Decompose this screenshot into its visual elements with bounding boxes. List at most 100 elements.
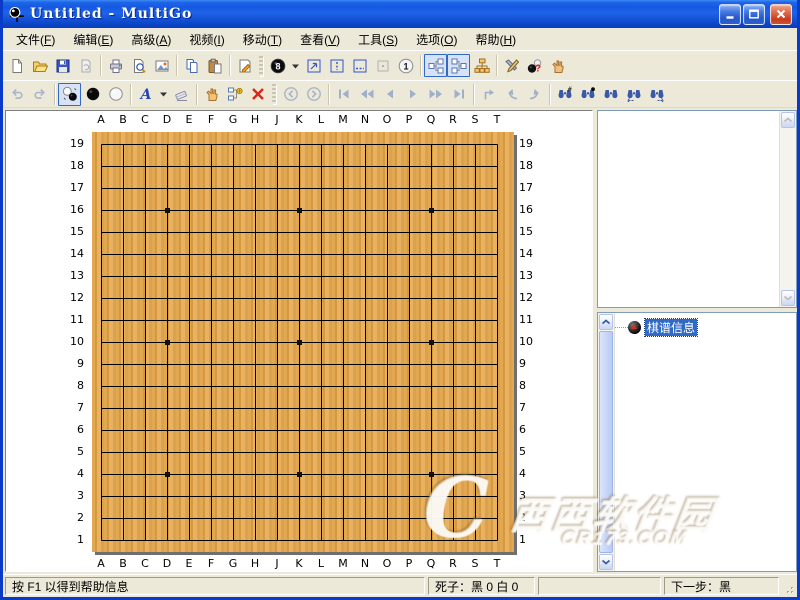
coord-col-top: T <box>494 113 501 127</box>
edit-info-button[interactable] <box>233 54 256 77</box>
chevron-down-icon <box>601 558 611 566</box>
coord-row-left: 13 <box>62 269 88 283</box>
menu-item-h[interactable]: 帮助(H) <box>466 28 525 51</box>
pan-hand-button[interactable] <box>200 83 223 106</box>
coord-col-bottom: Q <box>427 557 436 571</box>
label-letter-button[interactable]: A <box>134 83 157 106</box>
tree-scrollbar[interactable] <box>598 313 615 571</box>
scroll-up-button[interactable] <box>599 314 613 330</box>
toolbar-grip <box>259 56 263 76</box>
paste-button[interactable] <box>203 54 226 77</box>
dropdown-icon[interactable] <box>289 54 302 77</box>
scrollbar-thumb[interactable] <box>599 331 613 553</box>
coord-row-left: 11 <box>62 313 88 327</box>
alternate-stones-button[interactable] <box>58 83 81 106</box>
dropdown-icon[interactable] <box>157 83 170 106</box>
save-button[interactable] <box>51 54 74 77</box>
new-doc-button[interactable] <box>5 54 28 77</box>
svg-text:?: ? <box>534 63 540 74</box>
minimize-button[interactable] <box>719 4 741 25</box>
guess-help-button[interactable]: ? <box>523 54 546 77</box>
coord-row-right: 4 <box>519 467 545 481</box>
coord-col-top: J <box>275 113 278 127</box>
coord-row-left: 16 <box>62 203 88 217</box>
go-board[interactable] <box>92 132 514 552</box>
board-grid <box>101 144 498 541</box>
menu-item-o[interactable]: 选项(O) <box>407 28 466 51</box>
find-point-button[interactable] <box>576 83 599 106</box>
coord-row-right: 3 <box>519 489 545 503</box>
tree-orgchart-button[interactable] <box>470 54 493 77</box>
tools-button[interactable] <box>500 54 523 77</box>
toolbar-navigation: A# <box>3 80 797 108</box>
copy-button[interactable] <box>180 54 203 77</box>
comment-text[interactable] <box>598 111 779 307</box>
show-next-move-button[interactable] <box>302 54 325 77</box>
maximize-button[interactable] <box>743 4 765 25</box>
find-prev-button[interactable] <box>622 83 645 106</box>
menu-item-i[interactable]: 视频(I) <box>180 28 233 51</box>
coord-row-right: 6 <box>519 423 545 437</box>
coord-col-bottom: H <box>251 557 259 571</box>
scroll-down-button[interactable] <box>599 554 613 570</box>
tree-layout-b-button[interactable] <box>447 54 470 77</box>
scrollbar-track[interactable] <box>780 129 796 289</box>
coord-col-top: Q <box>427 113 436 127</box>
menu-item-s[interactable]: 工具(S) <box>349 28 407 51</box>
find-next-button[interactable] <box>645 83 668 106</box>
export-image-button[interactable] <box>150 54 173 77</box>
menu-item-f[interactable]: 文件(F) <box>7 28 64 51</box>
print-preview-button[interactable] <box>127 54 150 77</box>
tree-node-root[interactable]: 棋谱信息 <box>615 319 796 335</box>
stone-number-one-button[interactable]: 1 <box>394 54 417 77</box>
eraser-button[interactable] <box>170 83 193 106</box>
tree-layout-a-button[interactable] <box>424 54 447 77</box>
coord-row-right: 15 <box>519 225 545 239</box>
menu-item-t[interactable]: 移动(T) <box>234 28 291 51</box>
minimize-icon <box>724 8 736 20</box>
stone-number-black-button[interactable]: 8 <box>266 54 289 77</box>
print-button[interactable] <box>104 54 127 77</box>
white-stone-button[interactable] <box>104 83 127 106</box>
coord-row-left: 15 <box>62 225 88 239</box>
delete-node-button[interactable] <box>246 83 269 106</box>
find-comment-button[interactable] <box>599 83 622 106</box>
scroll-down-button[interactable] <box>781 290 795 306</box>
menu-item-a[interactable]: 高级(A) <box>122 28 180 51</box>
coord-row-right: 18 <box>519 159 545 173</box>
coord-row-right: 5 <box>519 445 545 459</box>
coord-col-top: A <box>97 113 105 127</box>
coord-col-bottom: F <box>208 557 214 571</box>
toolbar-separator <box>473 84 474 105</box>
toolbar-separator <box>229 55 230 76</box>
titlebar: Untitled - MultiGo <box>3 0 797 28</box>
tree-node-label[interactable]: 棋谱信息 <box>645 319 697 336</box>
open-folder-button[interactable] <box>28 54 51 77</box>
coord-col-top: L <box>318 113 324 127</box>
coord-col-bottom: M <box>338 557 348 571</box>
toolbar-separator <box>196 84 197 105</box>
resize-grip[interactable] <box>782 577 795 595</box>
coord-row-right: 2 <box>519 511 545 525</box>
black-stone-button[interactable] <box>81 83 104 106</box>
comment-panel[interactable] <box>597 110 797 308</box>
game-tree[interactable]: 棋谱信息 <box>615 313 796 571</box>
menu-item-v[interactable]: 查看(V) <box>291 28 349 51</box>
scroll-up-button[interactable] <box>781 112 795 128</box>
coord-col-top: F <box>208 113 214 127</box>
find-move-number-button[interactable]: # <box>553 83 576 106</box>
show-move-hline-button[interactable] <box>348 54 371 77</box>
jump-next-button <box>302 83 325 106</box>
coord-row-right: 10 <box>519 335 545 349</box>
game-tree-panel: 棋谱信息 <box>597 312 797 572</box>
status-help-text: 按 F1 以得到帮助信息 <box>5 577 425 595</box>
comment-scrollbar[interactable] <box>779 111 796 307</box>
insert-node-button[interactable] <box>223 83 246 106</box>
menu-item-e[interactable]: 编辑(E) <box>64 28 122 51</box>
hand-write-button[interactable] <box>546 54 569 77</box>
close-button[interactable] <box>770 4 792 25</box>
nav-forward-button <box>401 83 424 106</box>
show-move-vline-button[interactable] <box>325 54 348 77</box>
coord-col-top: H <box>251 113 259 127</box>
chevron-down-icon <box>783 294 793 302</box>
